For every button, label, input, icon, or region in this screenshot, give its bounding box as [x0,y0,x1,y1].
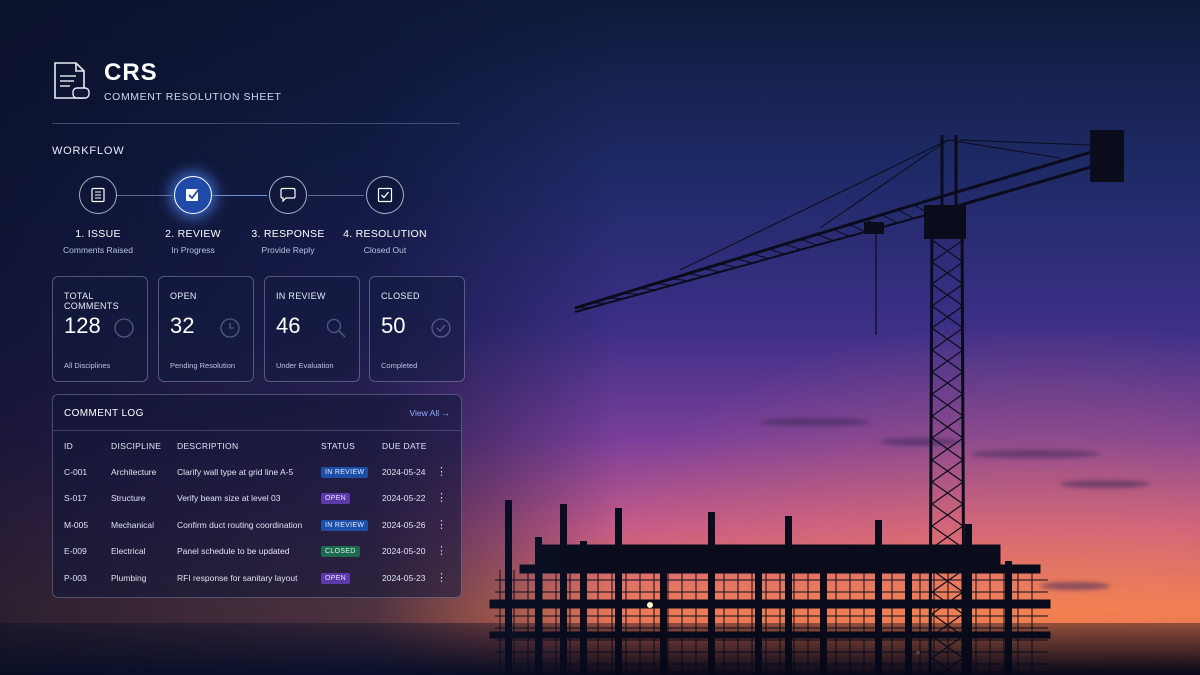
stat-card-in-review[interactable]: IN REVIEW 46 Under Evaluation [264,276,360,382]
step-sub: Provide Reply [261,245,315,255]
stat-card-closed[interactable]: CLOSED 50 Completed [369,276,465,382]
cell-discipline: Plumbing [111,573,147,583]
brand-header: CRS COMMENT RESOLUTION SHEET [52,60,282,103]
stat-sub: All Disciplines [64,361,111,370]
cell-description: RFI response for sanitary layout [177,573,298,583]
step-sub: In Progress [171,245,215,255]
workflow-step-response[interactable]: 3. RESPONSE Provide Reply [233,176,343,255]
cell-discipline: Mechanical [111,520,154,530]
status-badge: OPEN [321,573,351,584]
checkbox-icon [377,187,393,203]
cell-due-date: 2024-05-26 [382,520,426,530]
cell-description: Verify beam size at level 03 [177,493,281,503]
stat-sub: Under Evaluation [276,361,334,370]
cell-id: C-001 [64,467,88,477]
stat-card-total[interactable]: TOTAL COMMENTS 128 All Disciplines [52,276,148,382]
list-icon [91,187,105,203]
status-badge: IN REVIEW [321,520,369,531]
cell-due-date: 2024-05-23 [382,573,426,583]
stat-sub: Pending Resolution [170,361,236,370]
row-menu-icon[interactable]: ⋮ [436,571,447,584]
app-title: CRS [104,59,158,86]
row-menu-icon[interactable]: ⋮ [436,491,447,504]
cell-due-date: 2024-05-24 [382,467,426,477]
column-header-status[interactable]: STATUS [321,441,355,451]
stat-label: OPEN [170,291,197,301]
cell-id: M-005 [64,520,89,530]
magnifier-icon [326,318,346,338]
step-label: 3. RESPONSE [251,228,325,240]
column-header-due-date[interactable]: DUE DATE [382,441,427,451]
workflow-step-issue[interactable]: 1. ISSUE Comments Raised [43,176,153,255]
stat-value: 32 [170,313,195,338]
step-label: 1. ISSUE [75,228,121,240]
circle-icon [114,318,134,338]
comment-log: COMMENT LOG View All → ID DISCIPLINE DES… [52,394,462,598]
cell-due-date: 2024-05-22 [382,493,426,503]
view-all-link[interactable]: View All → [410,408,450,418]
table-row[interactable]: P-003 Plumbing RFI response for sanitary… [53,567,461,593]
stat-value: 128 [64,313,101,338]
stat-value: 46 [276,313,301,338]
cell-description: Clarify wall type at grid line A-5 [177,467,294,477]
table-row[interactable]: M-005 Mechanical Confirm duct routing co… [53,514,461,540]
step-sub: Closed Out [363,245,407,255]
stat-sub: Completed [381,361,418,370]
column-header-discipline[interactable]: DISCIPLINE [111,441,161,451]
stat-label: IN REVIEW [276,291,326,301]
table-row[interactable]: C-001 Architecture Clarify wall type at … [53,461,461,487]
column-header-description[interactable]: DESCRIPTION [177,441,238,451]
log-title: COMMENT LOG [64,408,144,419]
step-sub: Comments Raised [63,245,133,255]
workflow-step-review[interactable]: 2. REVIEW In Progress [138,176,248,255]
table-row[interactable]: S-017 Structure Verify beam size at leve… [53,487,461,513]
status-badge: CLOSED [321,546,360,557]
workflow-step-resolution[interactable]: 4. RESOLUTION Closed Out [330,176,440,255]
cell-discipline: Electrical [111,546,146,556]
cell-discipline: Structure [111,493,146,503]
cell-description: Panel schedule to be updated [177,546,290,556]
row-menu-icon[interactable]: ⋮ [436,518,447,531]
step-label: 4. RESOLUTION [343,228,427,240]
stat-card-open[interactable]: OPEN 32 Pending Resolution [158,276,254,382]
clock-icon [220,318,240,338]
cell-id: P-003 [64,573,87,583]
divider [52,123,460,124]
stat-label: CLOSED [381,291,420,301]
column-header-id[interactable]: ID [64,441,73,451]
stat-label: TOTAL COMMENTS [64,291,119,311]
edit-check-icon [186,188,200,201]
step-label: 2. REVIEW [165,228,221,240]
stat-value: 50 [381,313,406,338]
status-badge: OPEN [321,493,351,504]
check-circle-icon [431,318,451,338]
cell-due-date: 2024-05-20 [382,546,426,556]
cell-id: E-009 [64,546,87,556]
app-subtitle: COMMENT RESOLUTION SHEET [104,91,282,103]
divider [53,430,461,431]
document-comment-icon [54,62,90,99]
table-row[interactable]: E-009 Electrical Panel schedule to be up… [53,540,461,566]
row-menu-icon[interactable]: ⋮ [436,544,447,557]
chat-icon [280,187,296,203]
status-badge: IN REVIEW [321,467,369,478]
cell-discipline: Architecture [111,467,157,477]
workflow-title: WORKFLOW [52,145,125,157]
row-menu-icon[interactable]: ⋮ [436,465,447,478]
cell-id: S-017 [64,493,87,503]
cell-description: Confirm duct routing coordination [177,520,303,530]
